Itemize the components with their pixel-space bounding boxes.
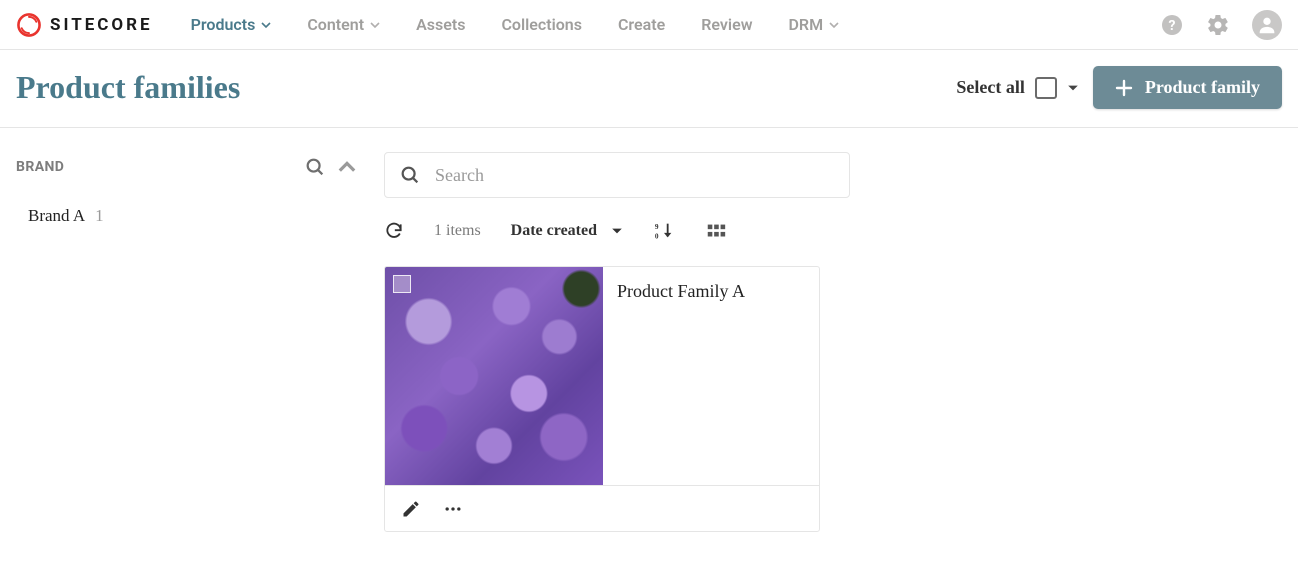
nav-products-label: Products bbox=[191, 15, 256, 34]
plus-icon bbox=[1115, 79, 1133, 97]
top-nav: SITECORE Products Content Assets Collect… bbox=[0, 0, 1298, 50]
select-all-label: Select all bbox=[956, 77, 1024, 98]
svg-text:?: ? bbox=[1169, 18, 1176, 34]
refresh-icon[interactable] bbox=[384, 221, 404, 241]
nav-drm[interactable]: DRM bbox=[789, 15, 840, 34]
sort-label: Date created bbox=[511, 222, 597, 240]
nav-products[interactable]: Products bbox=[191, 15, 272, 34]
card-thumbnail[interactable] bbox=[385, 267, 603, 485]
search-box[interactable] bbox=[384, 152, 850, 198]
sort-direction-icon[interactable]: 90 bbox=[653, 220, 675, 242]
nav-collections[interactable]: Collections bbox=[501, 15, 582, 34]
card-footer bbox=[385, 485, 819, 531]
svg-text:9: 9 bbox=[655, 222, 659, 231]
gear-icon[interactable] bbox=[1206, 13, 1230, 37]
main-content: 1 items Date created 90 Product bbox=[384, 152, 1282, 532]
edit-icon[interactable] bbox=[401, 499, 421, 519]
add-product-family-button[interactable]: Product family bbox=[1093, 66, 1282, 109]
facet-item-label: Brand A bbox=[28, 206, 85, 226]
card-select-checkbox[interactable] bbox=[393, 275, 411, 293]
nav-assets-label: Assets bbox=[416, 15, 465, 34]
sort-dropdown[interactable]: Date created bbox=[511, 222, 623, 240]
select-all[interactable]: Select all bbox=[956, 77, 1078, 99]
caret-down-icon bbox=[261, 15, 271, 34]
select-all-checkbox[interactable] bbox=[1035, 77, 1057, 99]
svg-text:0: 0 bbox=[655, 231, 659, 240]
result-count: 1 items bbox=[434, 222, 481, 240]
caret-down-icon bbox=[611, 225, 623, 237]
search-icon bbox=[399, 164, 421, 186]
facet-item-brand-a[interactable]: Brand A 1 bbox=[16, 200, 356, 232]
nav-content-label: Content bbox=[307, 15, 364, 34]
product-family-card[interactable]: Product Family A bbox=[384, 266, 820, 532]
logo-mark-icon bbox=[16, 12, 42, 38]
logo[interactable]: SITECORE bbox=[16, 12, 153, 38]
nav-content[interactable]: Content bbox=[307, 15, 380, 34]
nav-review-label: Review bbox=[701, 15, 752, 34]
help-icon[interactable]: ? bbox=[1160, 13, 1184, 37]
main-nav: Products Content Assets Collections Crea… bbox=[191, 15, 840, 34]
results-toolbar: 1 items Date created 90 bbox=[384, 220, 1282, 242]
card-title: Product Family A bbox=[603, 267, 759, 485]
grid-view-icon[interactable] bbox=[705, 220, 727, 242]
nav-review[interactable]: Review bbox=[701, 15, 752, 34]
chevron-up-icon[interactable] bbox=[338, 158, 356, 176]
nav-create-label: Create bbox=[618, 15, 665, 34]
facet-item-count: 1 bbox=[95, 206, 104, 226]
avatar[interactable] bbox=[1252, 10, 1282, 40]
search-icon[interactable] bbox=[304, 156, 326, 178]
caret-down-icon[interactable] bbox=[1067, 82, 1079, 94]
caret-down-icon bbox=[370, 15, 380, 34]
search-input[interactable] bbox=[433, 164, 835, 187]
logo-word: SITECORE bbox=[50, 15, 153, 35]
more-icon[interactable] bbox=[443, 499, 463, 519]
add-button-label: Product family bbox=[1145, 77, 1260, 98]
facet-label: BRAND bbox=[16, 159, 64, 175]
title-bar: Product families Select all Product fami… bbox=[0, 50, 1298, 128]
nav-collections-label: Collections bbox=[501, 15, 582, 34]
facet-sidebar: BRAND Brand A 1 bbox=[16, 152, 356, 532]
caret-down-icon bbox=[829, 15, 839, 34]
nav-create[interactable]: Create bbox=[618, 15, 665, 34]
nav-drm-label: DRM bbox=[789, 15, 824, 34]
nav-assets[interactable]: Assets bbox=[416, 15, 465, 34]
facet-header: BRAND bbox=[16, 152, 356, 200]
page-title: Product families bbox=[16, 69, 240, 106]
